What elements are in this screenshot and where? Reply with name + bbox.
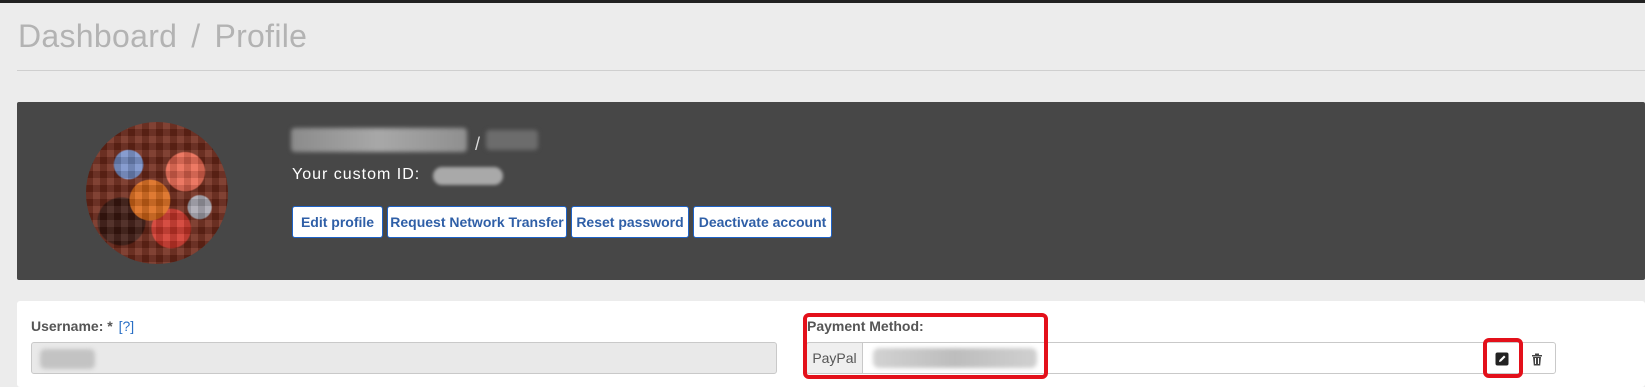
divider [17,70,1645,71]
payment-method-label: Payment Method: [807,318,924,334]
redacted-custom-id [433,167,503,185]
edit-icon[interactable] [1491,348,1513,370]
deactivate-account-button[interactable]: Deactivate account [693,206,832,238]
trash-icon[interactable] [1526,348,1548,370]
username-field[interactable] [31,342,777,374]
profile-card [17,102,1645,280]
breadcrumb-separator: / [191,18,201,54]
breadcrumb: Dashboard / Profile [18,18,307,55]
required-marker: * [107,318,113,334]
payment-method-addon: PayPal [806,342,863,374]
redacted-handle [486,130,538,150]
breadcrumb-profile: Profile [214,18,308,54]
request-network-transfer-button[interactable]: Request Network Transfer [387,206,567,238]
username-label: Username: * [?] [31,318,134,334]
username-label-text: Username: [31,318,104,334]
redacted-payment-account [873,348,1037,368]
profile-actions: Edit profile Request Network Transfer Re… [292,206,832,238]
reset-password-button[interactable]: Reset password [571,206,689,238]
username-help-link[interactable]: [?] [119,318,135,334]
avatar [86,122,228,264]
name-separator: / [475,134,481,154]
top-bar [0,0,1645,3]
redacted-name [291,128,467,152]
redacted-username [40,349,95,369]
custom-id-label: Your custom ID: [292,166,421,183]
breadcrumb-dashboard[interactable]: Dashboard [18,18,177,55]
edit-profile-button[interactable]: Edit profile [292,206,383,238]
